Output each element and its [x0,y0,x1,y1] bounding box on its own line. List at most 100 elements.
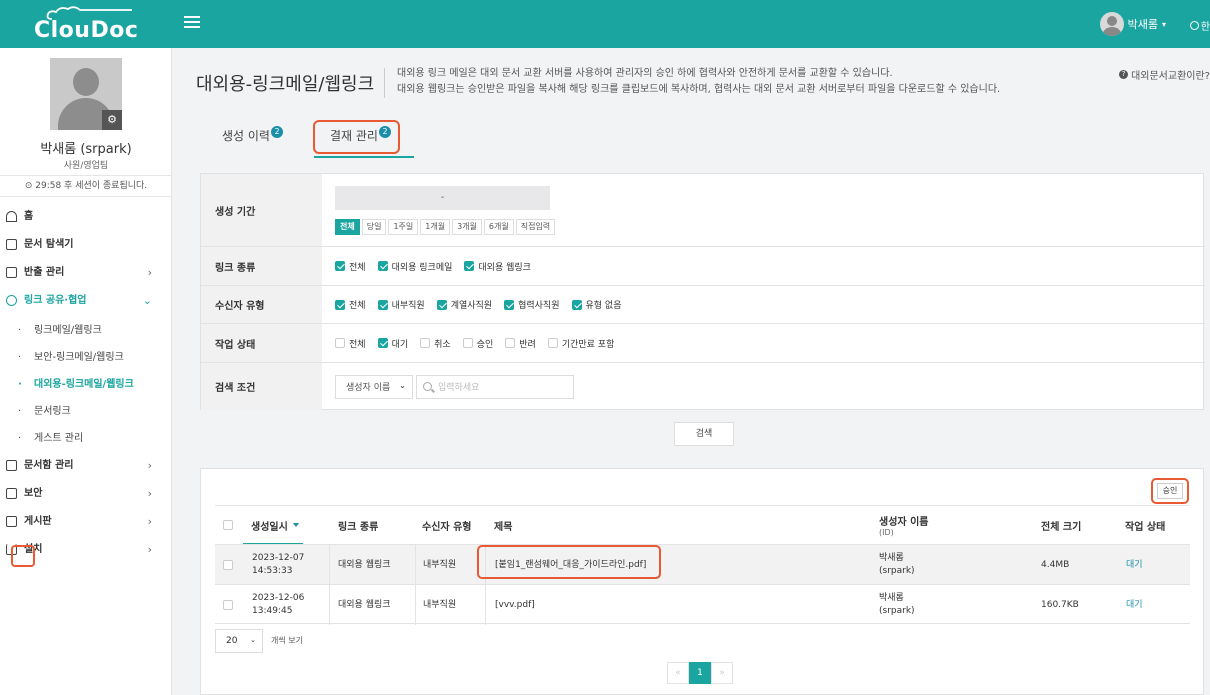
pagination: « 1 » [667,662,733,684]
filter-panel: 생성 기간 - 전체 당일 1주일 1개월 3개월 6개월 직접입력 링크 종류… [200,173,1205,410]
logo[interactable]: ClouDoc [0,0,172,48]
column-recipient-type: 수신자 유형 [422,521,472,533]
search-button[interactable]: 검색 [674,422,734,446]
checkbox-status-rejected[interactable]: 반려 [505,337,536,350]
column-created[interactable]: 생성일시 [251,506,299,544]
chevron-right-icon: › [147,266,152,279]
chevron-right-icon: › [147,459,152,472]
checkbox-status-all[interactable]: 전체 [335,337,366,350]
period-all-button[interactable]: 전체 [335,219,360,235]
next-page-button[interactable]: » [711,662,733,684]
checkbox-status-approved[interactable]: 승인 [462,337,493,350]
period-3month-button[interactable]: 3개월 [452,219,482,235]
filter-row-period: 생성 기간 - 전체 당일 1주일 1개월 3개월 6개월 직접입력 [201,174,1205,247]
menu-toggle-icon[interactable] [184,16,200,28]
sidebar-item-explorer[interactable]: 문서 탐색기 [0,231,172,259]
page-title: 대외용-링크메일/웹링크 [196,74,375,95]
checkbox-linktype-all[interactable]: 전체 [335,260,366,273]
checkbox-linktype-weblink[interactable]: 대외용 웹링크 [464,260,531,273]
sidebar-item-install[interactable]: 설치 › [0,536,172,564]
results-table: 생성일시 링크 종류 수신자 유형 제목 생성자 이름 (ID) 전체 크기 작… [215,505,1190,625]
top-bar: ClouDoc 박새롬 ▾ 한 [0,0,1210,48]
tab-bar: 생성 이력 2 결재 관리 2 [200,120,1210,158]
caret-down-icon: ▾ [1161,19,1166,29]
sidebar-sub-guest[interactable]: 게스트 관리 [0,425,172,452]
title-divider [384,68,385,98]
checkbox-recipient-partner[interactable]: 협력사직원 [504,298,560,311]
language-menu[interactable]: 한 [1189,18,1210,33]
period-1week-button[interactable]: 1주일 [388,219,419,235]
filter-row-recipient: 수신자 유형 전체 내부직원 계열사직원 협력사직원 유형 없음 [201,286,1205,324]
checkbox-linktype-mail[interactable]: 대외용 링크메일 [377,260,452,273]
help-icon: ? [1119,70,1129,79]
column-size: 전체 크기 [1041,521,1082,533]
sidebar-sub-external-linkmail[interactable]: 대외용-링크메일/웹링크 [0,371,172,398]
folder-icon [6,239,17,250]
table-row[interactable]: 2023-12-07 14:53:33 대외용 웹링크 내부직원 [붙임1_랜섬… [215,544,1190,585]
session-timer: ⊙ 29:58 후 세션이 종료됩니다. [0,175,172,197]
sidebar-item-docbox[interactable]: 문서함 관리 › [0,452,172,480]
help-link[interactable]: ? 대외문서교환이란? [1119,67,1210,82]
checkbox-status-expired[interactable]: 기간만료 포함 [547,337,614,350]
link-share-icon [6,295,17,306]
home-icon [6,211,17,222]
sidebar-sub-linkmail[interactable]: 링크메일/웹링크 [0,317,172,344]
period-today-button[interactable]: 당일 [361,219,387,235]
clock-icon: ⊙ [24,181,33,191]
chevron-right-icon: › [147,487,152,500]
document-icon [6,267,17,278]
column-title: 제목 [494,521,513,533]
table-row[interactable]: 2023-12-06 13:49:45 대외용 웹링크 내부직원 [vvv.pd… [215,584,1190,625]
checkbox-recipient-none[interactable]: 유형 없음 [571,298,621,311]
sort-desc-icon [292,523,299,527]
language-label: 한 [1200,22,1210,33]
date-range-input[interactable]: - [335,186,550,210]
profile-name: 박새롬 (srpark) [40,142,132,157]
page-size-select[interactable]: 20 ⌄ [215,629,263,653]
sidebar-sub-secure-linkmail[interactable]: 보안-링크메일/웹링크 [0,344,172,371]
page-1-button[interactable]: 1 [689,662,711,684]
gear-icon[interactable]: ⚙ [102,110,122,130]
sidebar-item-home[interactable]: 홈 [0,203,172,231]
row-title-link[interactable]: [vvv.pdf] [495,585,535,625]
user-name: 박새롬 [1127,18,1158,31]
checkbox-recipient-affiliate[interactable]: 계열사직원 [436,298,492,311]
period-buttons: 전체 당일 1주일 1개월 3개월 6개월 직접입력 [335,219,557,235]
row-checkbox[interactable] [223,560,233,570]
tab-history[interactable]: 생성 이력 2 [222,120,312,158]
checkbox-recipient-internal[interactable]: 내부직원 [377,298,425,311]
status-link[interactable]: 대기 [1126,585,1143,625]
sidebar-item-security[interactable]: 보안 › [0,480,172,508]
sidebar-item-board[interactable]: 게시판 › [0,508,172,536]
period-custom-button[interactable]: 직접입력 [515,219,556,235]
sidebar-sub-doclink[interactable]: 문서링크 [0,398,172,425]
sidebar-item-export[interactable]: 반출 관리 › [0,259,172,287]
row-checkbox[interactable] [223,600,233,610]
search-condition-select[interactable]: 생성자 이름 ⌄ [335,374,413,399]
search-input[interactable]: 입력하세요 [416,374,574,399]
tab-badge: 2 [270,126,283,138]
checkbox-status-waiting[interactable]: 대기 [377,337,408,350]
download-icon [6,544,17,555]
globe-icon [1189,21,1199,30]
search-icon [423,382,432,391]
user-menu[interactable]: 박새롬 ▾ [1099,12,1166,36]
sidebar-item-link-share[interactable]: 링크 공유·협업 ⌄ [0,287,172,315]
row-title-link[interactable]: [붙임1_랜섬웨어_대응_가이드라인.pdf] [495,545,646,585]
approve-button[interactable]: 승인 [1157,483,1183,499]
filter-row-link-type: 링크 종류 전체 대외용 링크메일 대외용 웹링크 [201,247,1205,286]
status-link[interactable]: 대기 [1126,545,1143,585]
tab-approval[interactable]: 결재 관리 2 [314,120,414,158]
select-all-checkbox[interactable] [223,520,233,530]
period-6month-button[interactable]: 6개월 [483,219,514,235]
checkbox-status-cancel[interactable]: 취소 [420,337,451,350]
column-creator: 생성자 이름 (ID) [879,517,929,537]
column-link-type: 링크 종류 [338,521,379,533]
tab-badge: 2 [378,126,391,138]
prev-page-button[interactable]: « [667,662,689,684]
checkbox-recipient-all[interactable]: 전체 [335,298,366,311]
profile-avatar: ⚙ [50,58,122,130]
period-1month-button[interactable]: 1개월 [420,219,451,235]
chevron-right-icon: › [147,515,152,528]
main-content: 대외용-링크메일/웹링크 대외용 링크 메일은 대외 문서 교환 서버를 사용하… [172,48,1210,695]
